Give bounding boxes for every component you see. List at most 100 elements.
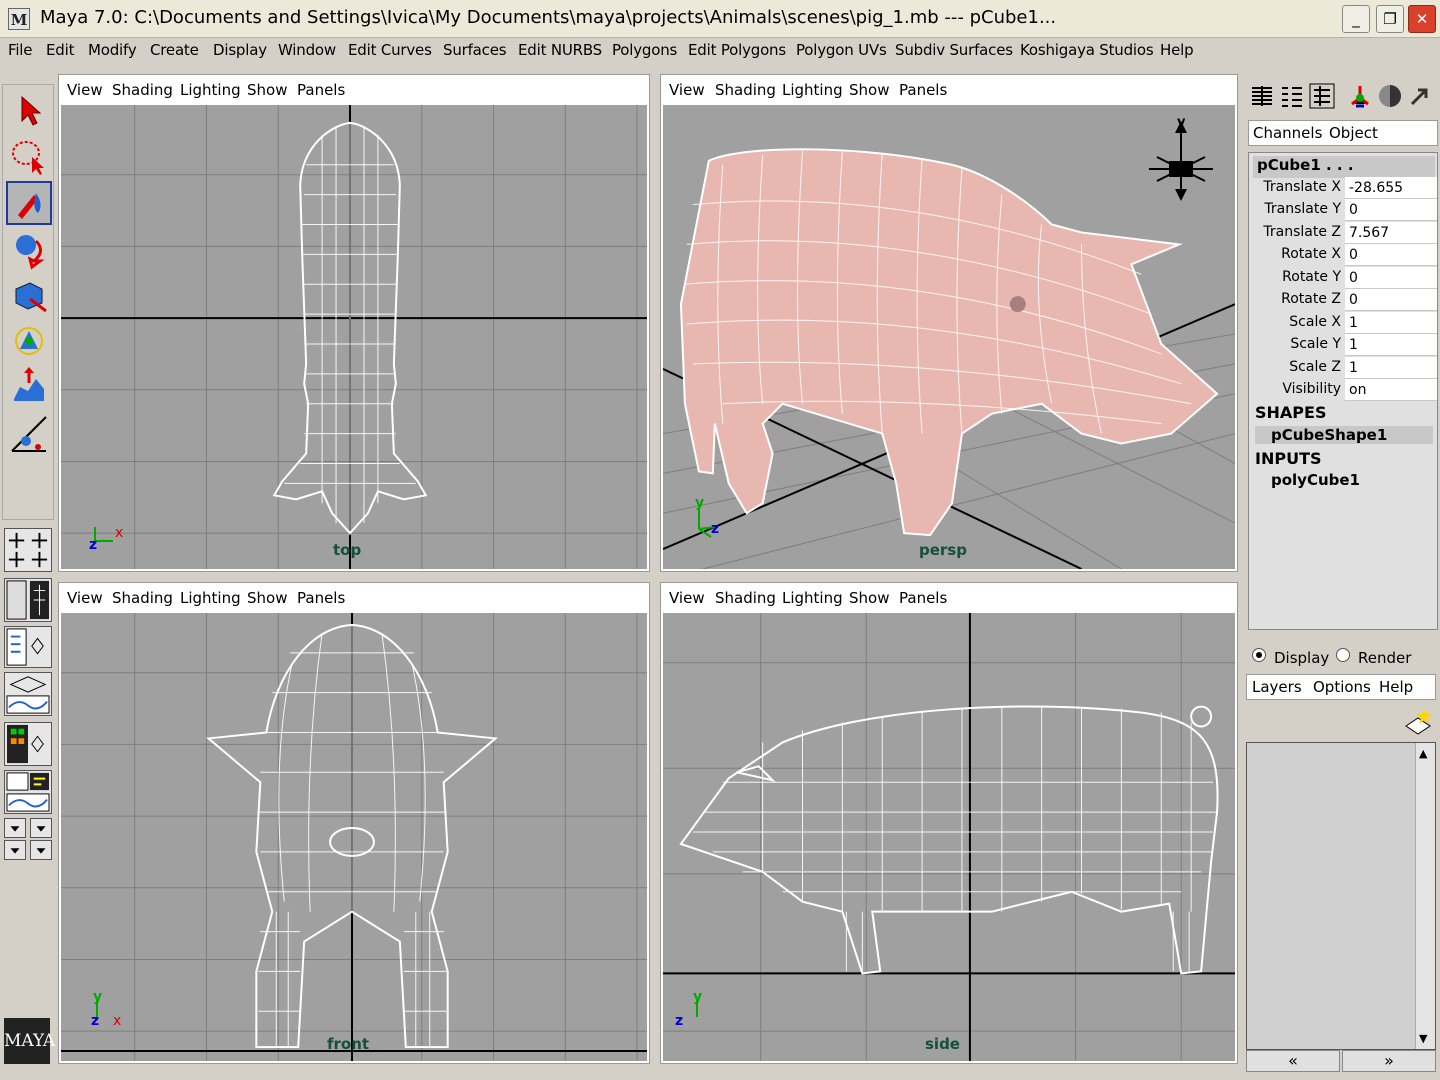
show-manipulator-icon[interactable]: [1346, 82, 1374, 110]
view-cube-compass-icon[interactable]: y: [1143, 115, 1219, 203]
soft-modification-tool-icon[interactable]: [6, 411, 52, 455]
panel-menu-panels[interactable]: Panels: [899, 589, 947, 607]
attr-field-scale-z[interactable]: 1: [1345, 357, 1437, 379]
panel-menu-show[interactable]: Show: [849, 81, 889, 99]
menu-subdiv-surfaces[interactable]: Subdiv Surfaces: [895, 41, 1013, 59]
attr-field-scale-y[interactable]: 1: [1345, 334, 1437, 356]
panel-menu-view[interactable]: View: [669, 589, 705, 607]
menu-edit-curves[interactable]: Edit Curves: [348, 41, 432, 59]
select-tool-icon[interactable]: [6, 89, 52, 133]
layout-four-view-icon[interactable]: [4, 528, 52, 572]
lasso-tool-icon[interactable]: [6, 135, 52, 179]
attr-field-rotate-x[interactable]: 0: [1345, 244, 1437, 266]
attr-field-rotate-z[interactable]: 0: [1345, 289, 1437, 311]
layer-menu-help[interactable]: Help: [1379, 678, 1413, 696]
channel-box-icon[interactable]: [1248, 82, 1276, 110]
tool-settings-icon[interactable]: [1308, 82, 1336, 110]
menu-koshigaya-studios[interactable]: Koshigaya Studios: [1020, 41, 1154, 59]
viewport-side[interactable]: side y z: [663, 613, 1235, 1061]
layout-render-view-icon[interactable]: [4, 770, 52, 814]
rotate-tool-icon[interactable]: [6, 273, 52, 317]
attr-field-translate-z[interactable]: 7.567: [1345, 222, 1437, 244]
menu-polygons[interactable]: Polygons: [612, 41, 677, 59]
panel-menu-panels[interactable]: Panels: [297, 589, 345, 607]
menu-file[interactable]: File: [8, 41, 33, 59]
scroll-left-button[interactable]: «: [1246, 1050, 1340, 1072]
render-radio[interactable]: [1336, 648, 1350, 662]
attr-field-scale-x[interactable]: 1: [1345, 312, 1437, 334]
scroll-down-icon[interactable]: ▼: [1419, 1032, 1427, 1045]
layout-dropdown-right2-icon[interactable]: [30, 840, 52, 860]
input-node-item[interactable]: polyCube1: [1271, 471, 1360, 489]
menu-polygon-uvs[interactable]: Polygon UVs: [796, 41, 887, 59]
menu-create[interactable]: Create: [150, 41, 199, 59]
panel-menu-lighting[interactable]: Lighting: [180, 81, 241, 99]
layout-outliner-icon[interactable]: [4, 626, 52, 668]
layout-dropdown-left-icon[interactable]: [4, 818, 26, 838]
tab-object[interactable]: Object: [1329, 124, 1378, 142]
create-layer-icon[interactable]: [1402, 704, 1434, 736]
scroll-up-icon[interactable]: ▲: [1419, 747, 1427, 760]
viewport-front[interactable]: front y z x: [61, 613, 647, 1061]
shape-node-item[interactable]: pCubeShape1: [1255, 426, 1433, 444]
panel-menu-panels[interactable]: Panels: [297, 81, 345, 99]
axis-z-label: z: [91, 1013, 100, 1029]
menu-help[interactable]: Help: [1160, 41, 1194, 59]
menu-edit[interactable]: Edit: [46, 41, 74, 59]
manipulator-tool-icon[interactable]: [6, 365, 52, 409]
layer-list-scrollbar[interactable]: ▲ ▼: [1415, 743, 1435, 1049]
viewport-panel-side[interactable]: View Shading Lighting Show Panels side y: [660, 582, 1238, 1064]
minimize-button[interactable]: _: [1342, 5, 1370, 33]
menu-edit-nurbs[interactable]: Edit NURBS: [518, 41, 602, 59]
layout-hypershade-icon[interactable]: [4, 722, 52, 766]
attr-field-visibility[interactable]: on: [1345, 379, 1437, 401]
maya-app-icon[interactable]: M: [8, 8, 30, 30]
panel-menu-show[interactable]: Show: [247, 589, 287, 607]
panel-menu-lighting[interactable]: Lighting: [782, 81, 843, 99]
panel-menu-show[interactable]: Show: [849, 589, 889, 607]
panel-menu-view[interactable]: View: [669, 81, 705, 99]
panel-menu-lighting[interactable]: Lighting: [180, 589, 241, 607]
selected-object-name[interactable]: pCube1 . . .: [1253, 156, 1435, 178]
display-radio[interactable]: [1252, 648, 1266, 662]
render-globals-icon[interactable]: [1376, 82, 1404, 110]
panel-menu-view[interactable]: View: [67, 81, 103, 99]
menu-modify[interactable]: Modify: [88, 41, 137, 59]
panel-menu-lighting[interactable]: Lighting: [782, 589, 843, 607]
panel-menu-show[interactable]: Show: [247, 81, 287, 99]
move-tool-icon[interactable]: [6, 227, 52, 271]
tab-channels[interactable]: Channels: [1253, 124, 1322, 142]
attr-field-translate-x[interactable]: -28.655: [1345, 177, 1437, 199]
menu-edit-polygons[interactable]: Edit Polygons: [688, 41, 786, 59]
panel-menu-shading[interactable]: Shading: [715, 81, 776, 99]
layer-menu-options[interactable]: Options: [1313, 678, 1371, 696]
layout-dropdown-left2-icon[interactable]: [4, 840, 26, 860]
viewport-panel-top[interactable]: View Shading Lighting Show Panels top x …: [58, 74, 650, 572]
layout-single-view-icon[interactable]: [4, 578, 52, 622]
close-button[interactable]: ✕: [1408, 5, 1436, 33]
attr-field-rotate-y[interactable]: 0: [1345, 267, 1437, 289]
scale-tool-icon[interactable]: [6, 319, 52, 363]
layer-menu-layers[interactable]: Layers: [1252, 678, 1302, 696]
menu-display[interactable]: Display: [213, 41, 267, 59]
attribute-editor-icon[interactable]: [1278, 82, 1306, 110]
layout-graph-editor-icon[interactable]: [4, 672, 52, 716]
scroll-right-button[interactable]: »: [1342, 1050, 1436, 1072]
panel-menu-panels[interactable]: Panels: [899, 81, 947, 99]
menu-surfaces[interactable]: Surfaces: [443, 41, 507, 59]
maximize-button[interactable]: ❐: [1376, 5, 1404, 33]
layout-dropdown-right-icon[interactable]: [30, 818, 52, 838]
attr-field-translate-y[interactable]: 0: [1345, 199, 1437, 221]
panel-menu-shading[interactable]: Shading: [112, 589, 173, 607]
panel-menu-shading[interactable]: Shading: [715, 589, 776, 607]
menu-window[interactable]: Window: [278, 41, 336, 59]
panel-menu-shading[interactable]: Shading: [112, 81, 173, 99]
viewport-panel-persp[interactable]: View Shading Lighting Show Panels y pers…: [660, 74, 1238, 572]
quick-command-arrow-icon[interactable]: [1406, 82, 1434, 110]
paint-select-tool-icon[interactable]: [6, 181, 52, 225]
viewport-top[interactable]: top x z: [61, 105, 647, 569]
viewport-panel-front[interactable]: View Shading Lighting Show Panels front …: [58, 582, 650, 1064]
layer-list[interactable]: ▲ ▼: [1246, 742, 1436, 1050]
viewport-persp[interactable]: y persp y z: [663, 105, 1235, 569]
panel-menu-view[interactable]: View: [67, 589, 103, 607]
